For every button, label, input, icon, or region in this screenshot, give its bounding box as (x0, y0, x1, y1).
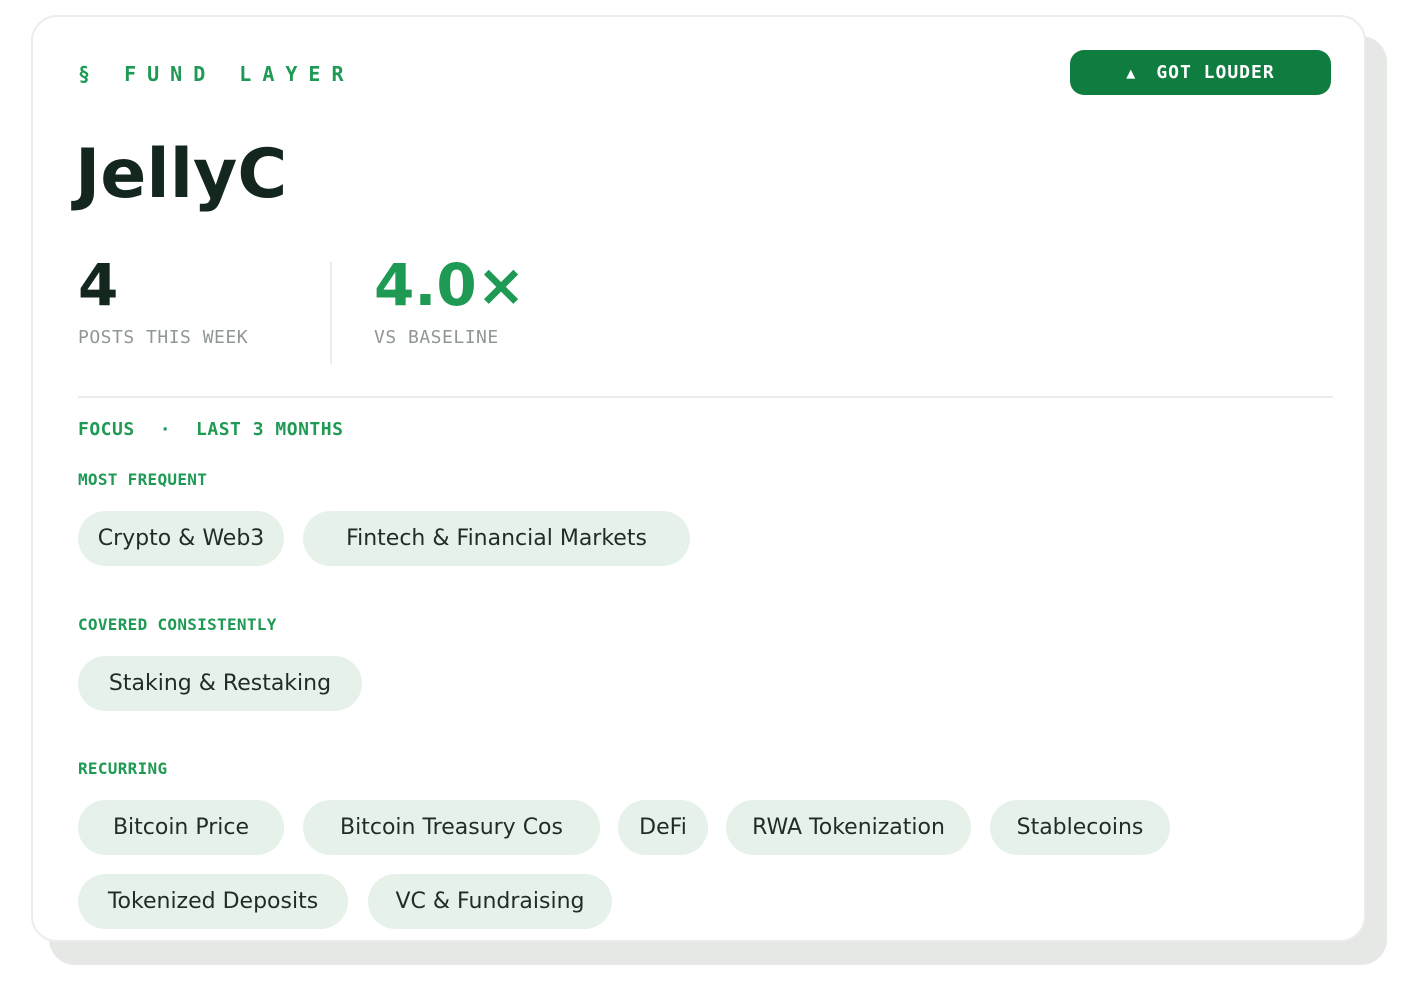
topic-tag: Fintech & Financial Markets (303, 511, 690, 566)
fund-card: § FUND LAYER ▲ GOT LOUDER JellyC 4 POSTS… (31, 15, 1366, 942)
trend-badge: ▲ GOT LOUDER (1070, 50, 1331, 95)
section-divider (78, 396, 1333, 398)
covered-consistently-label: COVERED CONSISTENTLY (78, 615, 277, 634)
focus-label: FOCUS (78, 419, 135, 440)
focus-period: LAST 3 MONTHS (196, 419, 344, 440)
fund-name: JellyC (75, 135, 288, 214)
triangle-up-icon: ▲ (1126, 63, 1137, 82)
topic-tag: RWA Tokenization (726, 800, 971, 855)
trend-badge-label: GOT LOUDER (1156, 62, 1275, 83)
topic-tag: Tokenized Deposits (78, 874, 348, 929)
baseline-label: VS BASELINE (374, 327, 499, 348)
topic-tag: Bitcoin Price (78, 800, 284, 855)
topic-tag: Staking & Restaking (78, 656, 362, 711)
posts-label: POSTS THIS WEEK (78, 327, 249, 348)
focus-separator: · (159, 419, 172, 440)
topic-tag: DeFi (618, 800, 708, 855)
focus-heading: FOCUS · LAST 3 MONTHS (78, 419, 343, 440)
stat-posts-this-week: 4 POSTS THIS WEEK (78, 250, 248, 348)
posts-count: 4 (78, 251, 119, 319)
stat-vs-baseline: 4.0× VS BASELINE (374, 250, 525, 348)
stat-divider (330, 262, 332, 364)
topic-tag: Bitcoin Treasury Cos (303, 800, 600, 855)
most-frequent-label: MOST FREQUENT (78, 470, 208, 489)
topic-tag: Crypto & Web3 (78, 511, 284, 566)
topic-tag: Stablecoins (990, 800, 1170, 855)
topic-tag: VC & Fundraising (368, 874, 612, 929)
baseline-ratio: 4.0× (374, 251, 526, 319)
recurring-label: RECURRING (78, 759, 168, 778)
card-eyebrow: § FUND LAYER (78, 62, 355, 86)
